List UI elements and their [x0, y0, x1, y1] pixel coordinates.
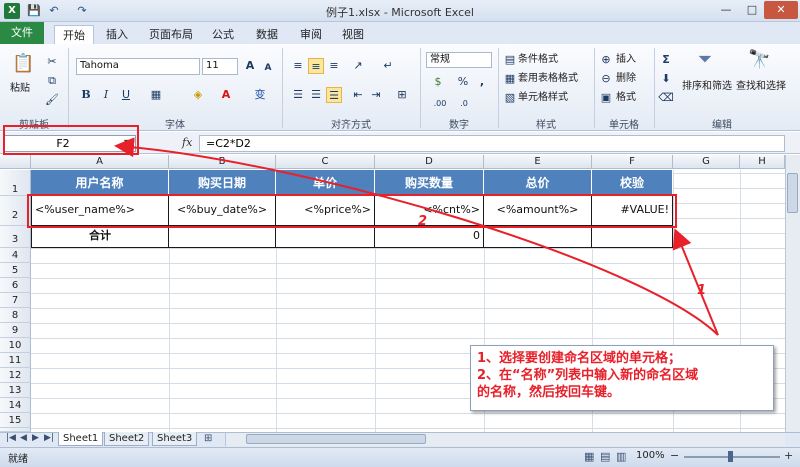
horizontal-scrollbar[interactable] [225, 433, 785, 446]
next-sheet-icon[interactable]: ▶ [32, 433, 39, 443]
callout-line-3: 的名称，然后按回车键。 [477, 385, 621, 400]
horizontal-scroll-thumb[interactable] [246, 434, 426, 444]
annotation-marker-2: 2 [418, 214, 428, 229]
status-ready: 就绪 [8, 454, 28, 465]
last-sheet-icon[interactable]: ▶| [44, 433, 54, 443]
callout-line-1: 1、选择要创建命名区域的单元格； [477, 351, 682, 366]
sheet-tab-2[interactable]: Sheet2 [104, 432, 150, 446]
zoom-out-button[interactable]: − [670, 449, 679, 462]
vertical-scrollbar[interactable] [785, 155, 800, 432]
vertical-scroll-thumb[interactable] [787, 173, 798, 213]
annotation-marker-1: 1 [697, 283, 707, 298]
sheet-tab-3[interactable]: Sheet3 [152, 432, 198, 446]
page-break-view-icon[interactable]: ▥ [616, 450, 626, 463]
prev-sheet-icon[interactable]: ◀ [20, 433, 27, 443]
new-sheet-icon[interactable]: ⊞ [204, 433, 212, 444]
instruction-callout: 1、选择要创建命名区域的单元格； 2、在“名称”列表中输入新的命名区域 的名称，… [470, 345, 774, 411]
status-bar [0, 447, 800, 467]
callout-line-2: 2、在“名称”列表中输入新的命名区域 [477, 368, 699, 383]
page-layout-view-icon[interactable]: ▤ [600, 450, 610, 463]
zoom-in-button[interactable]: + [784, 449, 793, 462]
normal-view-icon[interactable]: ▦ [584, 450, 594, 463]
sheet-tab-1[interactable]: Sheet1 [58, 432, 104, 446]
zoom-slider-thumb[interactable] [728, 451, 733, 462]
zoom-level[interactable]: 100% [636, 450, 665, 461]
first-sheet-icon[interactable]: |◀ [6, 433, 16, 443]
